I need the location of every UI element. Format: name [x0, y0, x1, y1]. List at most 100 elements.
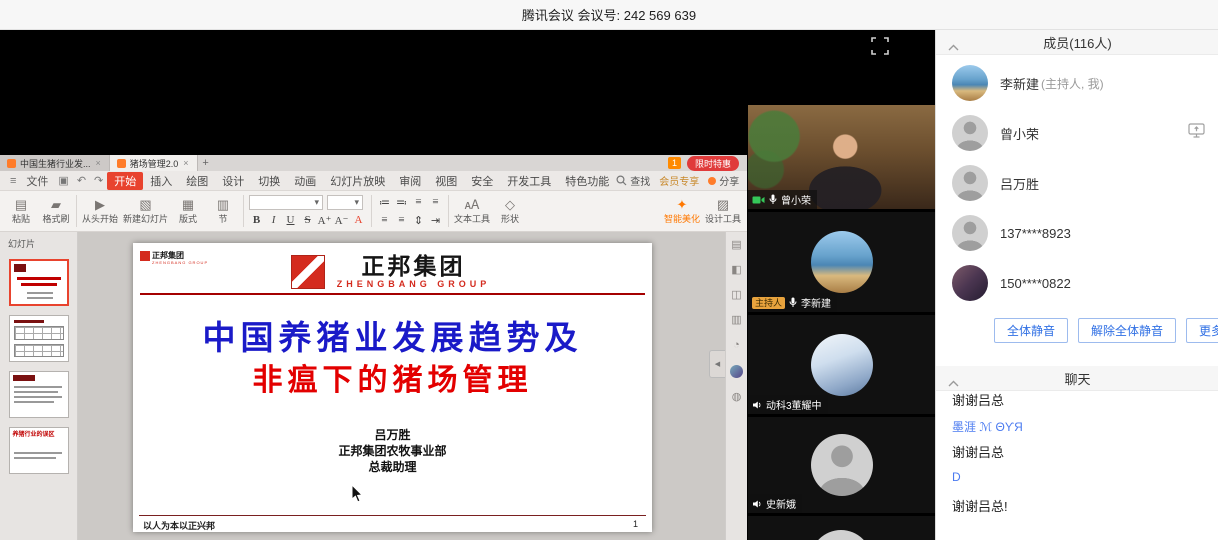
design-tools-icon: ▨ — [717, 197, 729, 212]
video-name-label: 曾小荣 — [748, 190, 817, 209]
template-icon[interactable]: ▥ — [731, 315, 741, 326]
member-row[interactable]: 137****8923 — [936, 208, 1218, 258]
font-size-select[interactable]: ▾ — [327, 195, 363, 210]
align-right-icon[interactable]: ≡ — [377, 213, 392, 228]
ppt-toolbar: ▤ 粘贴 ▰ 格式刷 ▶ 从头开始 ▧ 新建幻灯片 ▦ 版 — [0, 191, 747, 232]
mic-icon — [769, 194, 777, 205]
beautify-button[interactable]: ✦ 智能美化 — [664, 193, 700, 230]
align-center-icon[interactable]: ≡ — [428, 195, 443, 210]
align-left-icon[interactable]: ≡ — [411, 195, 426, 210]
undo-icon[interactable]: ↶ — [73, 174, 90, 187]
video-tile-dongyaozhong[interactable]: 动科3董耀中 — [748, 315, 935, 414]
ribbon-tab-design[interactable]: 设计 — [215, 172, 251, 190]
right-sidebar-rail: ◀ ▤ ◧ ◫ ▥ ◔ ◍ — [725, 232, 747, 540]
mic-icon — [789, 297, 797, 308]
font-grow-button[interactable]: A⁺ — [317, 213, 332, 228]
line-spacing-icon[interactable]: ⇕ — [411, 213, 426, 228]
share-button[interactable]: 分享 — [708, 173, 739, 188]
numbering-icon[interactable]: ≕ — [394, 195, 409, 210]
collapse-chat-button[interactable] — [948, 375, 959, 390]
slide-thumbnail-3[interactable] — [9, 371, 69, 418]
slide-thumbnail-4[interactable]: 养猪行业的误区 — [9, 427, 69, 474]
help-icon[interactable]: ◍ — [732, 392, 742, 403]
new-slide-button[interactable]: ▧ 新建幻灯片 — [123, 193, 168, 230]
unmute-all-button[interactable]: 解除全体静音 — [1078, 318, 1176, 343]
font-shrink-button[interactable]: A⁻ — [334, 213, 349, 228]
slide-thumbnail-1[interactable] — [9, 259, 69, 306]
ribbon-tab-slideshow[interactable]: 幻灯片放映 — [323, 172, 392, 190]
underline-button[interactable]: U — [283, 213, 298, 228]
hamburger-menu-icon[interactable]: ≡ — [6, 175, 20, 187]
member-row[interactable]: 李新建 (主持人, 我) — [936, 58, 1218, 108]
collapse-members-button[interactable] — [948, 39, 959, 54]
member-row[interactable]: 150****0822 — [936, 258, 1218, 308]
ribbon-tab-devtools[interactable]: 开发工具 — [500, 172, 558, 190]
bold-button[interactable]: B — [249, 213, 264, 228]
member-row[interactable]: 吕万胜 — [936, 158, 1218, 208]
chat-message: 谢谢吕总! — [952, 496, 1008, 515]
video-tile-partial[interactable] — [748, 516, 935, 540]
ribbon-tab-security[interactable]: 安全 — [464, 172, 500, 190]
chat-sender: D — [952, 470, 961, 484]
resource-icon[interactable]: ◧ — [731, 265, 741, 276]
mouse-cursor-icon — [351, 485, 363, 503]
font-name-select[interactable]: ▾ — [249, 195, 323, 210]
fullscreen-button[interactable] — [868, 34, 892, 58]
ribbon-tab-animation[interactable]: 动画 — [287, 172, 323, 190]
ribbon-tab-draw[interactable]: 绘图 — [179, 172, 215, 190]
shapes-button[interactable]: ◇ 形状 — [495, 193, 525, 230]
fullscreen-icon — [871, 37, 889, 55]
format-painter-icon: ▰ — [51, 197, 61, 212]
more-button[interactable]: 更多 — [1186, 318, 1218, 343]
slides-panel-tab[interactable]: 幻灯片 — [0, 235, 77, 252]
close-icon[interactable]: × — [95, 158, 102, 168]
video-tile-zengxiaorong[interactable]: 曾小荣 — [748, 105, 935, 209]
italic-button[interactable]: I — [266, 213, 281, 228]
bullets-icon[interactable]: ≔ — [377, 195, 392, 210]
indent-icon[interactable]: ⇥ — [428, 213, 443, 228]
design-tools-button[interactable]: ▨ 设计工具 — [705, 193, 741, 230]
file-menu[interactable]: 文件 — [20, 173, 54, 189]
format-painter-button[interactable]: ▰ 格式刷 — [41, 193, 71, 230]
account-avatar[interactable] — [730, 365, 743, 378]
member-row[interactable]: 曾小荣 — [936, 108, 1218, 158]
slide-divider-line — [140, 293, 645, 295]
video-tile-shixine[interactable]: 史新娥 — [748, 417, 935, 513]
doc-tab-label: 猪场管理2.0 — [130, 157, 179, 170]
doc-tab-1[interactable]: 中国生猪行业发... × — [0, 155, 110, 171]
ribbon-tab-view[interactable]: 视图 — [428, 172, 464, 190]
avatar — [952, 65, 988, 101]
close-icon[interactable]: × — [182, 158, 189, 168]
find-button[interactable]: 查找 — [616, 173, 650, 188]
slide-canvas: 正邦集团 ZHENGBANG GROUP 正邦集团 ZHENGBANG GROU… — [78, 232, 725, 540]
layout-button[interactable]: ▦ 版式 — [173, 193, 203, 230]
text-tools-button[interactable]: 🗚 文本工具 — [454, 193, 490, 230]
notification-badge[interactable]: 1 — [668, 157, 681, 169]
new-tab-button[interactable]: + — [198, 157, 214, 169]
ribbon-tab-review[interactable]: 审阅 — [392, 172, 428, 190]
strikethrough-button[interactable]: S — [300, 213, 315, 228]
section-button[interactable]: ▥ 节 — [208, 193, 238, 230]
ribbon-tab-home[interactable]: 开始 — [107, 172, 143, 190]
chart-icon[interactable]: ◫ — [731, 290, 741, 301]
paste-button[interactable]: ▤ 粘贴 — [6, 193, 36, 230]
mute-all-button[interactable]: 全体静音 — [994, 318, 1068, 343]
justify-icon[interactable]: ≡ — [394, 213, 409, 228]
video-tile-lixinjian[interactable]: 主持人 李新建 — [748, 212, 935, 312]
doc-tab-2[interactable]: 猪场管理2.0 × — [110, 155, 198, 171]
ribbon-tab-insert[interactable]: 插入 — [143, 172, 179, 190]
save-icon[interactable]: ▣ — [54, 174, 72, 187]
slide-thumbnail-2[interactable] — [9, 315, 69, 362]
play-from-start-button[interactable]: ▶ 从头开始 — [82, 193, 118, 230]
top-bar: 腾讯会议 会议号: 242 569 639 — [0, 0, 1218, 30]
ribbon-tab-features[interactable]: 特色功能 — [558, 172, 616, 190]
font-color-button[interactable]: A — [351, 213, 366, 228]
ribbon-tab-transition[interactable]: 切换 — [251, 172, 287, 190]
properties-icon[interactable]: ▤ — [731, 240, 741, 251]
chevron-up-icon — [948, 380, 959, 387]
promo-button[interactable]: 限时特惠 — [687, 156, 739, 171]
collapse-panel-handle[interactable]: ◀ — [709, 350, 725, 378]
redo-icon[interactable]: ↷ — [90, 174, 107, 187]
clock-icon[interactable]: ◔ — [733, 340, 740, 351]
vip-button[interactable]: 会员专享 — [659, 173, 699, 188]
